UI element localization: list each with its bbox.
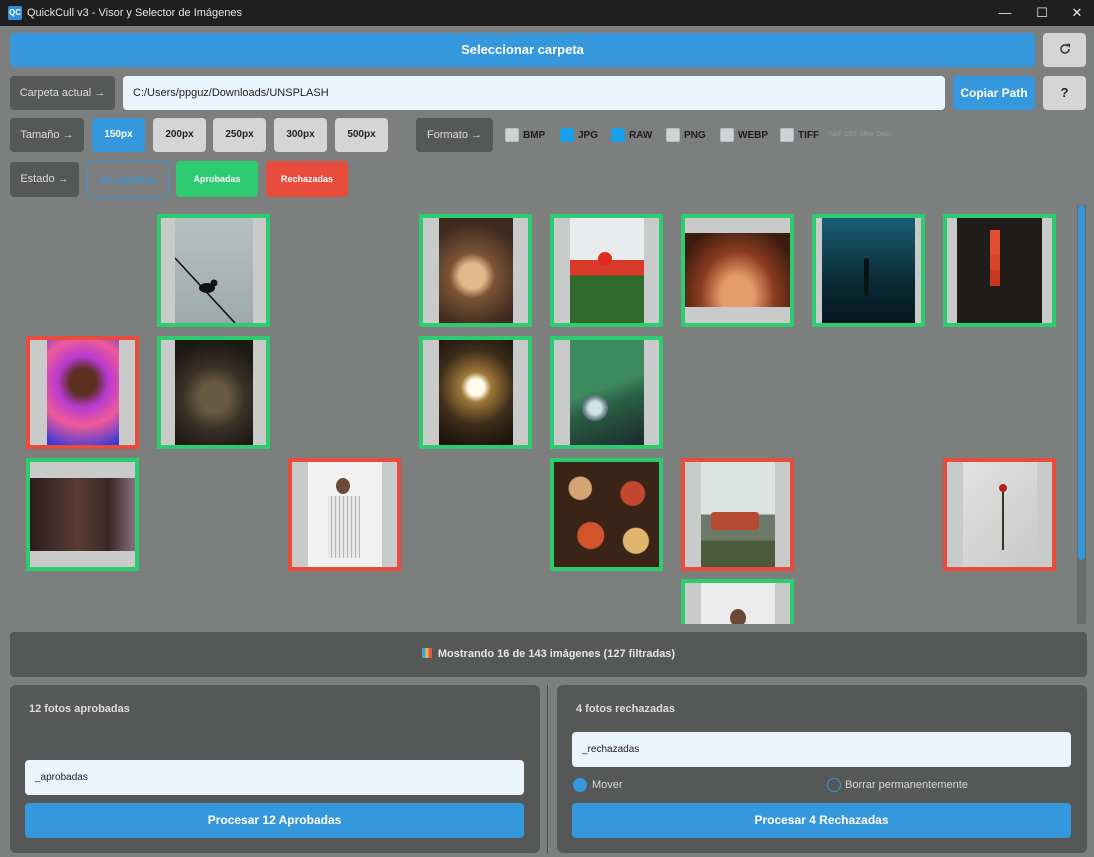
thumbnail-grid: [10, 205, 1087, 624]
process-rejected-button[interactable]: Procesar 4 Rechazadas: [572, 803, 1071, 838]
title-bar: QC QuickCull v3 - Visor y Selector de Im…: [0, 0, 1094, 26]
format-jpg-checkbox[interactable]: [560, 128, 574, 142]
select-folder-button[interactable]: Seleccionar carpeta: [10, 33, 1035, 67]
format-bmp-label: BMP: [523, 130, 546, 141]
thumbnail[interactable]: [288, 458, 401, 571]
current-folder-label: Carpeta actual →: [10, 76, 115, 110]
thumbnail[interactable]: [681, 214, 794, 327]
minimize-button[interactable]: —: [988, 0, 1022, 26]
delete-permanently-label: Borrar permanentemente: [845, 779, 968, 791]
format-raw-label: RAW: [629, 130, 653, 141]
thumbnail[interactable]: [681, 458, 794, 571]
format-tiff-checkbox[interactable]: [780, 128, 794, 142]
rejected-suffix-input[interactable]: _rechazadas: [572, 732, 1071, 767]
size-150-button[interactable]: 150px: [92, 118, 145, 152]
size-250-button[interactable]: 250px: [213, 118, 266, 152]
format-png-checkbox[interactable]: [666, 128, 680, 142]
raw-extensions-note: (NEF, CR2, ARW, DNG): [828, 132, 892, 138]
approved-suffix-input[interactable]: _aprobadas: [25, 760, 524, 795]
close-button[interactable]: ✕: [1060, 0, 1094, 26]
process-approved-button[interactable]: Procesar 12 Aprobadas: [25, 803, 524, 838]
size-300-button[interactable]: 300px: [274, 118, 327, 152]
maximize-button[interactable]: ☐: [1025, 0, 1059, 26]
thumbnail[interactable]: [550, 214, 663, 327]
thumbnail[interactable]: [157, 214, 270, 327]
thumbnail[interactable]: [943, 458, 1056, 571]
format-webp-label: WEBP: [738, 130, 768, 141]
thumbnail[interactable]: [26, 336, 139, 449]
thumbnail[interactable]: [812, 214, 925, 327]
size-label: Tamaño →: [10, 118, 84, 152]
size-200-button[interactable]: 200px: [153, 118, 206, 152]
filter-unclassified-button[interactable]: Sin clasificar: [87, 161, 169, 197]
thumbnail[interactable]: [681, 579, 794, 624]
format-jpg-label: JPG: [578, 130, 599, 141]
state-label: Estado →: [10, 162, 79, 197]
grid-scrollbar[interactable]: [1077, 205, 1086, 624]
move-radio-label: Mover: [592, 779, 623, 791]
size-500-button[interactable]: 500px: [335, 118, 388, 152]
refresh-button[interactable]: [1043, 33, 1086, 67]
filter-approved-button[interactable]: Aprobadas: [176, 161, 258, 197]
approved-count-title: 12 fotos aprobadas: [29, 703, 130, 715]
filter-rejected-button[interactable]: Rechazadas: [266, 161, 348, 197]
thumbnail[interactable]: [419, 214, 532, 327]
thumbnail[interactable]: [157, 336, 270, 449]
thumbnail[interactable]: [419, 336, 532, 449]
delete-permanently-radio[interactable]: [827, 778, 841, 792]
format-webp-checkbox[interactable]: [720, 128, 734, 142]
chart-icon: [421, 648, 432, 658]
format-bmp-checkbox[interactable]: [505, 128, 519, 142]
app-logo-icon: QC: [8, 6, 22, 20]
format-png-label: PNG: [684, 130, 706, 141]
thumbnail[interactable]: [550, 336, 663, 449]
panel-divider: [547, 685, 548, 853]
status-text: Mostrando 16 de 143 imágenes (127 filtra…: [437, 648, 676, 660]
format-label: Formato →: [416, 118, 493, 152]
help-button[interactable]: ?: [1043, 76, 1086, 110]
format-tiff-label: TIFF: [798, 130, 820, 141]
move-radio[interactable]: [573, 778, 587, 792]
folder-path-field[interactable]: C:/Users/ppguz/Downloads/UNSPLASH: [123, 76, 945, 110]
copy-path-button[interactable]: Copiar Path: [953, 76, 1035, 110]
format-raw-checkbox[interactable]: [611, 128, 625, 142]
scrollbar-thumb[interactable]: [1078, 205, 1085, 560]
status-bar: Mostrando 16 de 143 imágenes (127 filtra…: [10, 632, 1087, 677]
thumbnail[interactable]: [943, 214, 1056, 327]
rejected-count-title: 4 fotos rechazadas: [576, 703, 676, 715]
window-title: QuickCull v3 - Visor y Selector de Imáge…: [27, 7, 242, 19]
thumbnail[interactable]: [550, 458, 663, 571]
thumbnail[interactable]: [26, 458, 139, 571]
refresh-icon: [1059, 43, 1070, 54]
